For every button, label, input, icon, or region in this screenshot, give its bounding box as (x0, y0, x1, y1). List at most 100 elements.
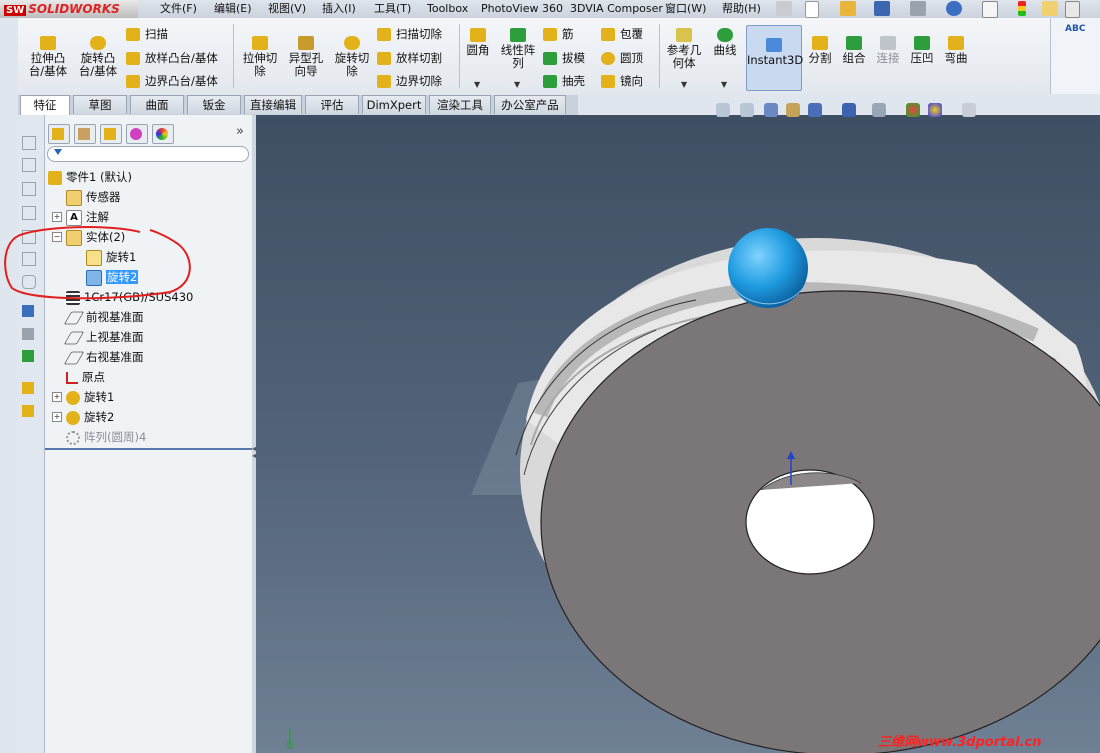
tree-front-plane[interactable]: 前视基准面 (63, 308, 144, 326)
pin-icon[interactable] (776, 1, 792, 16)
open-folder-icon[interactable] (840, 1, 856, 16)
hide-show-items-icon[interactable] (872, 103, 886, 117)
smart-dimension-icon[interactable] (22, 328, 34, 340)
mirror-button[interactable]: 镜向 (601, 73, 643, 89)
view-cube-icon[interactable] (22, 136, 36, 150)
apply-scene-icon[interactable] (928, 103, 942, 117)
expand-revolve2-icon[interactable]: + (52, 412, 62, 422)
tree-top-plane[interactable]: 上视基准面 (63, 328, 144, 346)
display-style-icon[interactable] (842, 103, 856, 117)
extrude-boss-button[interactable]: 拉伸凸 台/基体 (26, 36, 70, 78)
hole-wizard-button[interactable]: 异型孔 向导 (284, 36, 328, 78)
view-cube-icon[interactable] (22, 158, 36, 172)
configurationmanager-tab-icon[interactable] (100, 124, 122, 144)
spell-check-icon[interactable]: ABC (1065, 24, 1085, 34)
display-manager-tab-icon[interactable] (152, 124, 174, 144)
dimxpert-tab-icon[interactable] (126, 124, 148, 144)
view-settings-icon[interactable] (962, 103, 976, 117)
tree-feature-revolve1[interactable]: 旋转1 (66, 388, 114, 406)
loft-cut-button[interactable]: 放样切割 (377, 50, 442, 66)
menu-toolbox[interactable]: Toolbox (427, 0, 468, 18)
sketch-edit-icon[interactable] (22, 305, 34, 317)
tab-sheet-metal[interactable]: 钣金 (187, 95, 241, 114)
curves-button[interactable]: 曲线 (708, 28, 742, 57)
sweep-cut-button[interactable]: 扫描切除 (377, 26, 442, 42)
previous-view-icon[interactable] (764, 103, 778, 117)
ball[interactable] (728, 228, 808, 308)
tab-render-tools[interactable]: 渲染工具 (429, 95, 491, 114)
file-properties-icon[interactable] (1042, 1, 1058, 16)
tab-office-products[interactable]: 办公室产品 (494, 95, 566, 114)
select-pointer-icon[interactable] (982, 1, 998, 18)
feature-tool-icon[interactable] (22, 382, 34, 394)
expand-panel-icon[interactable]: » (236, 124, 244, 139)
fillet-button[interactable]: 圆角 (460, 28, 496, 57)
featuremanager-tab-icon[interactable] (48, 124, 70, 144)
menu-insert[interactable]: 插入(I) (322, 0, 356, 18)
tree-part-root[interactable]: 零件1 (默认) (48, 168, 132, 186)
tab-sketch[interactable]: 草图 (73, 95, 127, 114)
split-button[interactable]: 分割 (804, 36, 836, 65)
indent-button[interactable]: 压凹 (906, 36, 938, 65)
menu-file[interactable]: 文件(F) (160, 0, 197, 18)
reference-geometry-dropdown-icon[interactable]: ▼ (681, 80, 687, 89)
instant3d-button[interactable]: Instant3D (746, 25, 803, 91)
view-cube-icon[interactable] (22, 182, 36, 196)
menu-view[interactable]: 视图(V) (268, 0, 306, 18)
rebuild-traffic-light-icon[interactable] (1018, 1, 1026, 16)
curves-dropdown-icon[interactable]: ▼ (721, 80, 727, 89)
graphics-area[interactable] (256, 115, 1100, 753)
menu-help[interactable]: 帮助(H) (722, 0, 761, 18)
flex-button[interactable]: 弯曲 (940, 36, 972, 65)
tab-dimxpert[interactable]: DimXpert (362, 95, 426, 114)
wrap-button[interactable]: 包覆 (601, 26, 643, 42)
tab-evaluate[interactable]: 评估 (305, 95, 359, 114)
rollback-bar[interactable] (45, 448, 253, 450)
revolve-cut-button[interactable]: 旋转切 除 (330, 36, 374, 78)
zoom-to-fit-icon[interactable] (716, 103, 730, 117)
save-icon[interactable] (874, 1, 890, 16)
pattern-dropdown-icon[interactable]: ▼ (514, 80, 520, 89)
tab-surfaces[interactable]: 曲面 (130, 95, 184, 114)
menu-edit[interactable]: 编辑(E) (214, 0, 252, 18)
combine-button[interactable]: 组合 (838, 36, 870, 65)
zoom-to-area-icon[interactable] (740, 103, 754, 117)
draft-button[interactable]: 拔模 (543, 50, 585, 66)
menu-window[interactable]: 窗口(W) (665, 0, 706, 18)
view-orientation-icon[interactable] (808, 103, 822, 117)
options-icon[interactable] (1065, 1, 1080, 18)
revolve-boss-button[interactable]: 旋转凸 台/基体 (76, 36, 120, 78)
extrude-cut-button[interactable]: 拉伸切 除 (238, 36, 282, 78)
propertymanager-tab-icon[interactable] (74, 124, 96, 144)
join-button[interactable]: 连接 (872, 36, 904, 65)
expand-revolve1-icon[interactable]: + (52, 392, 62, 402)
feature-tool-icon[interactable] (22, 405, 34, 417)
model-viewport[interactable] (256, 115, 1100, 753)
expand-annotations-icon[interactable]: + (52, 212, 62, 222)
view-cube-icon[interactable] (22, 206, 36, 220)
menu-photoview[interactable]: PhotoView 360 (481, 0, 563, 18)
boundary-boss-button[interactable]: 边界凸台/基体 (126, 73, 218, 89)
sweep-button[interactable]: 扫描 (126, 26, 168, 42)
new-document-icon[interactable] (805, 1, 819, 18)
tree-origin[interactable]: 原点 (66, 368, 105, 386)
section-view-icon[interactable] (786, 103, 800, 117)
fillet-dropdown-icon[interactable]: ▼ (474, 80, 480, 89)
tree-right-plane[interactable]: 右视基准面 (63, 348, 144, 366)
tree-sensors[interactable]: 传感器 (66, 188, 121, 206)
tree-circular-pattern[interactable]: 阵列(圆周)4 (66, 428, 146, 446)
menu-tools[interactable]: 工具(T) (374, 0, 411, 18)
edit-appearance-icon[interactable] (906, 103, 920, 117)
reference-geometry-button[interactable]: 参考几 何体 (662, 28, 706, 70)
dome-button[interactable]: 圆顶 (601, 50, 643, 66)
menu-3dvia[interactable]: 3DVIA Composer (570, 0, 663, 18)
undo-icon[interactable] (946, 1, 962, 16)
rib-button[interactable]: 筋 (543, 26, 574, 42)
linear-pattern-button[interactable]: 线性阵 列 (497, 28, 539, 70)
boundary-cut-button[interactable]: 边界切除 (377, 73, 442, 89)
loft-boss-button[interactable]: 放样凸台/基体 (126, 50, 218, 66)
tab-direct-editing[interactable]: 直接编辑 (244, 95, 302, 114)
tree-filter-input[interactable] (47, 146, 249, 162)
tree-feature-revolve2[interactable]: 旋转2 (66, 408, 114, 426)
shell-button[interactable]: 抽壳 (543, 73, 585, 89)
